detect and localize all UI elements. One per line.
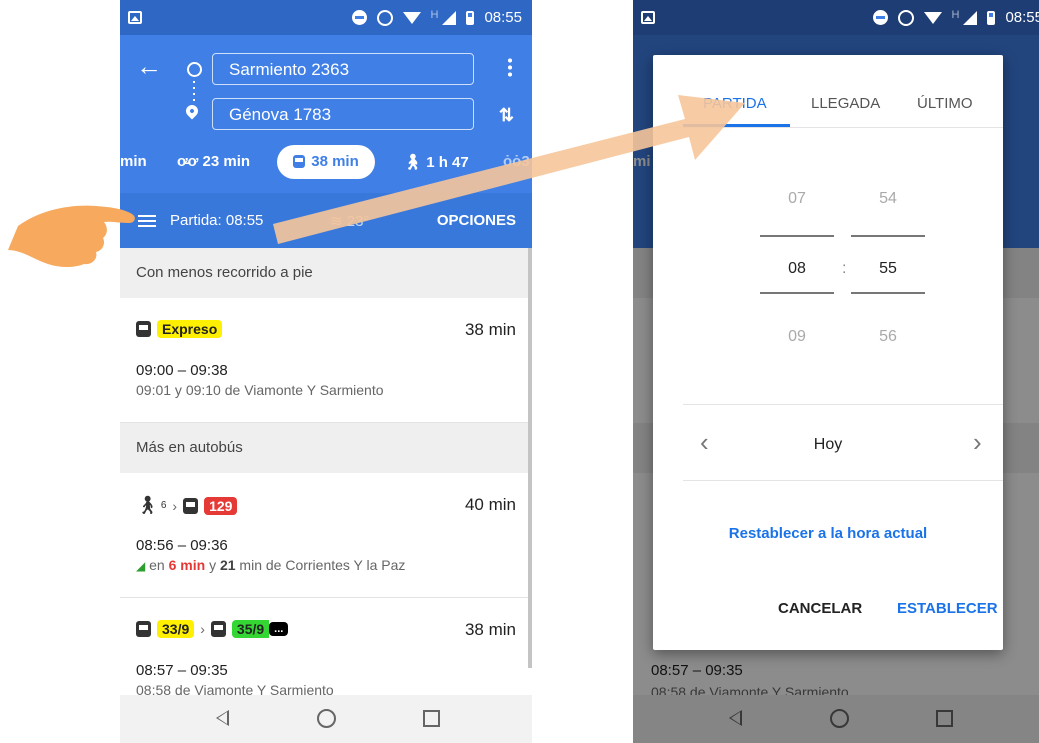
annotation-arrow-icon: [273, 95, 745, 244]
pointing-hand-icon: [8, 205, 135, 267]
